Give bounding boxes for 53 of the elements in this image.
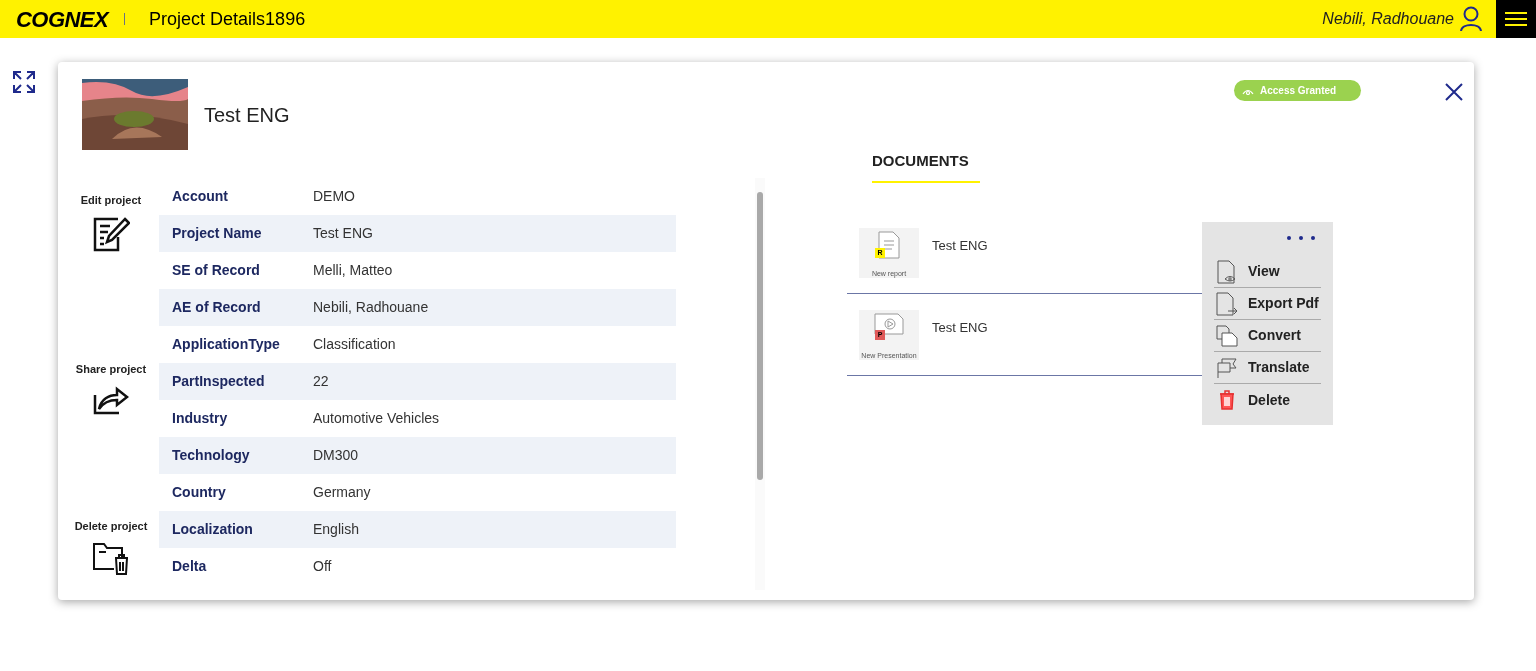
field-label: Delta [171,557,208,576]
field-value: Off [313,557,332,576]
field-value: Melli, Matteo [313,261,393,280]
user-name[interactable]: Nebili, Radhouane [1322,7,1454,31]
access-badge: Access Granted [1234,80,1361,101]
copy-icon [1216,324,1238,347]
menu-button[interactable] [1496,0,1536,38]
action-label[interactable]: Share project [75,360,147,377]
field-label: Country [171,483,227,502]
close-button[interactable] [1444,82,1464,102]
menu-item[interactable]: View [1214,256,1321,288]
more-icon[interactable] [1286,235,1316,241]
action-label[interactable]: Delete project [74,518,148,535]
menu-item[interactable]: Export Pdf [1214,288,1321,320]
flag-icon [1216,356,1238,379]
slide-icon [874,312,904,335]
document-icon [878,230,900,259]
field-value: Test ENG [313,224,373,243]
field-label: Project Name [171,224,263,243]
trash-icon [1219,390,1235,410]
folder-delete-icon[interactable] [92,540,130,575]
field-value: Automotive Vehicles [313,409,440,428]
documents-tab[interactable]: DOCUMENTS [872,150,980,183]
menu-item[interactable]: Translate [1214,352,1321,384]
field-value: English [313,520,359,539]
action-label[interactable]: Edit project [80,192,142,209]
menu-item[interactable]: Delete [1214,384,1321,416]
document-export-icon [1216,291,1238,316]
field-label: Industry [171,409,229,428]
field-label: Technology [171,446,251,465]
logo: COGNEX [16,5,109,34]
project-title: Test ENG [204,102,290,128]
field-label: AE of Record [171,298,262,317]
field-value: 22 [313,372,329,391]
page-title: Project Details1896 [149,7,306,31]
field-value: DM300 [313,446,359,465]
field-label: SE of Record [171,261,261,280]
field-label: Account [171,187,229,206]
field-value: Germany [313,483,371,502]
user-icon[interactable] [1460,6,1482,32]
field-label: PartInspected [171,372,266,391]
expand-icon[interactable] [12,70,36,94]
field-value: DEMO [313,187,355,206]
document-name[interactable]: Test ENG [932,235,988,256]
menu-icon [1505,12,1527,26]
field-value: Classification [313,335,396,354]
menu-item[interactable]: Convert [1214,320,1321,352]
field-label: ApplicationType [171,335,281,354]
document-eye-icon [1217,259,1237,284]
scrollbar[interactable] [755,178,765,590]
field-label: Localization [171,520,254,539]
document-name[interactable]: Test ENG [932,317,988,338]
field-value: Nebili, Radhouane [313,298,429,317]
